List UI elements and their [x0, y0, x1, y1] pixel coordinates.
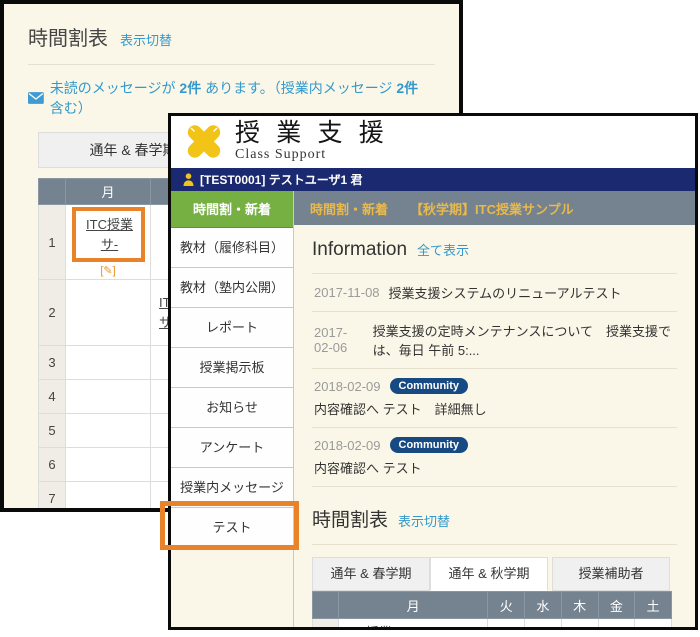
information-title: Information: [312, 239, 407, 261]
header-tuesday: 火: [488, 592, 525, 619]
breadcrumb-current[interactable]: 時間割・新着: [310, 199, 388, 218]
breadcrumb-course: 【秋学期】ITC授業サンプル: [410, 199, 574, 218]
tab-autumn[interactable]: 通年 & 秋学期: [430, 557, 548, 591]
empty-cell: [635, 619, 672, 631]
header-monday: 月: [339, 592, 488, 619]
show-all-link[interactable]: 全て表示: [417, 240, 469, 259]
sidebar: 時間割・新着 教材（履修科目） 教材（塾内公開） レポート 授業掲示板 お知らせ…: [171, 191, 294, 627]
period-label: 3: [39, 346, 66, 380]
empty-cell: [66, 280, 151, 346]
sidebar-item-class-board[interactable]: 授業掲示板: [171, 348, 293, 388]
tab-assistant[interactable]: 授業補助者: [552, 557, 670, 591]
info-date: 2018-02-09: [314, 379, 381, 394]
empty-cell: [66, 482, 151, 513]
table-header-row: 月 火 水 木 金 土: [313, 592, 672, 619]
table-row: 1 ITC授業サ-: [313, 619, 672, 631]
header-wednesday: 水: [525, 592, 562, 619]
sidebar-item-materials-registered[interactable]: 教材（履修科目）: [171, 228, 293, 268]
app-header: 授 業 支 援 Class Support: [171, 116, 695, 168]
mail-icon: [28, 92, 44, 104]
empty-cell: [561, 619, 598, 631]
user-name: [TEST0001] テストユーザ1 君: [200, 171, 362, 188]
header-saturday: 土: [635, 592, 672, 619]
info-date: 2017-02-06: [314, 325, 364, 355]
course-link[interactable]: ITC授業サ-: [83, 215, 137, 254]
sidebar-item-materials-public[interactable]: 教材（塾内公開）: [171, 268, 293, 308]
empty-cell: [598, 619, 635, 631]
user-icon: [183, 173, 194, 186]
user-bar: [TEST0001] テストユーザ1 君: [171, 168, 695, 191]
course-cell: ITC授業サ- [✎]: [66, 205, 151, 280]
period-label: 4: [39, 380, 66, 414]
info-text: 内容確認へ テスト: [314, 458, 675, 477]
breadcrumb: 時間割・新着 【秋学期】ITC授業サンプル: [294, 191, 695, 225]
logo-text: 授 業 支 援 Class Support: [235, 121, 389, 163]
sidebar-item-test[interactable]: テスト: [171, 508, 293, 548]
info-text: 授業支援の定時メンテナンスについて 授業支援では、毎日 午前 5:...: [373, 321, 675, 359]
sidebar-item-report[interactable]: レポート: [171, 308, 293, 348]
period-label: 1: [39, 205, 66, 280]
timetable-title: 時間割表: [312, 505, 388, 532]
info-text: 内容確認へ テスト 詳細無し: [314, 399, 675, 418]
course-link[interactable]: ITC授業サ-: [345, 623, 395, 630]
information-header: Information 全て表示: [312, 239, 677, 261]
empty-cell: [66, 380, 151, 414]
period-label: 2: [39, 280, 66, 346]
class-support-logo-icon: [181, 121, 227, 163]
info-date: 2017-11-08: [314, 285, 380, 300]
memo-icon[interactable]: [✎]: [70, 264, 146, 277]
info-row[interactable]: 2018-02-09 Community 内容確認へ テスト: [312, 428, 677, 487]
divider: [312, 544, 677, 545]
unread-count: 2件: [179, 80, 201, 96]
window-body: 時間割・新着 教材（履修科目） 教材（塾内公開） レポート 授業掲示板 お知らせ…: [171, 191, 695, 627]
empty-cell: [525, 619, 562, 631]
header-monday: 月: [66, 179, 151, 205]
app-title: 授 業 支 援: [235, 121, 389, 147]
info-date: 2018-02-09: [314, 438, 381, 453]
tab-spring[interactable]: 通年 & 春学期: [312, 557, 430, 591]
period-label: 5: [39, 414, 66, 448]
corner-header: [39, 179, 66, 205]
unread-message-line[interactable]: 未読のメッセージが 2件 あります。（授業内メッセージ 2件 含む）: [28, 78, 459, 118]
timetable-title-row: 時間割表 表示切替: [28, 22, 459, 51]
divider: [28, 64, 435, 65]
app-subtitle: Class Support: [235, 147, 389, 163]
sidebar-item-survey[interactable]: アンケート: [171, 428, 293, 468]
empty-cell: [66, 448, 151, 482]
display-toggle-link[interactable]: 表示切替: [120, 30, 172, 49]
period-label: 7: [39, 482, 66, 513]
info-row[interactable]: 2017-02-06 授業支援の定時メンテナンスについて 授業支援では、毎日 午…: [312, 312, 677, 369]
semester-tabs: 通年 & 春学期 通年 & 秋学期 授業補助者: [312, 557, 677, 591]
community-badge: Community: [390, 437, 469, 453]
header-friday: 金: [598, 592, 635, 619]
unread-text: 未読のメッセージが 2件 あります。（授業内メッセージ 2件 含む）: [50, 78, 459, 118]
course-highlight-box: ITC授業サ-: [72, 207, 145, 262]
empty-cell: [66, 414, 151, 448]
header-thursday: 木: [561, 592, 598, 619]
info-text: 授業支援システムのリニューアルテスト: [389, 283, 622, 302]
period-label: 1: [313, 619, 339, 631]
period-label: 6: [39, 448, 66, 482]
community-badge: Community: [390, 378, 469, 394]
display-toggle-link[interactable]: 表示切替: [398, 511, 450, 530]
page-title: 時間割表: [28, 22, 108, 51]
timetable-header: 時間割表 表示切替: [312, 505, 677, 532]
info-row[interactable]: 2018-02-09 Community 内容確認へ テスト 詳細無し: [312, 369, 677, 428]
sidebar-item-notice[interactable]: お知らせ: [171, 388, 293, 428]
corner-header: [313, 592, 339, 619]
sidebar-item-timetable-new[interactable]: 時間割・新着: [171, 191, 293, 228]
course-cell: ITC授業サ-: [339, 619, 488, 631]
class-support-window: 授 業 支 援 Class Support [TEST0001] テストユーザ1…: [168, 113, 698, 630]
class-msg-count: 2件: [396, 80, 418, 96]
empty-cell: [488, 619, 525, 631]
timetable-grid: 月 火 水 木 金 土 1 ITC授業サ-: [312, 591, 672, 630]
sidebar-item-class-message[interactable]: 授業内メッセージ: [171, 468, 293, 508]
empty-cell: [66, 346, 151, 380]
info-row[interactable]: 2017-11-08 授業支援システムのリニューアルテスト: [312, 274, 677, 312]
main-panel: 時間割・新着 【秋学期】ITC授業サンプル Information 全て表示 2…: [294, 191, 695, 627]
content-area: Information 全て表示 2017-11-08 授業支援システムのリニュ…: [294, 225, 695, 630]
